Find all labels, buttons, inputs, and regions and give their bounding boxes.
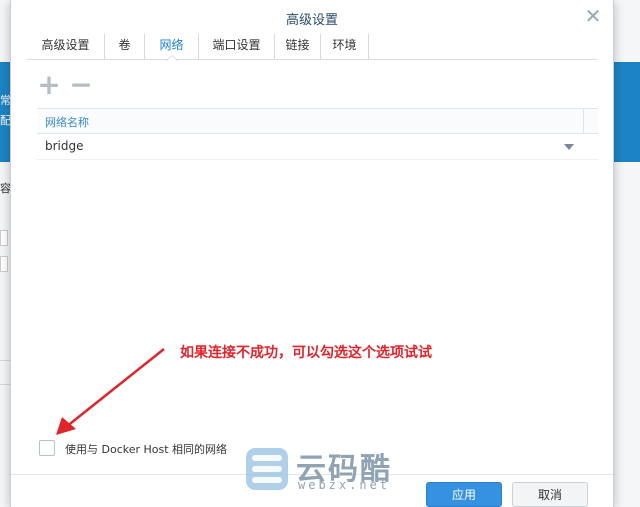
column-divider <box>583 109 584 133</box>
background-text: 常 <box>0 94 10 107</box>
tab-volume[interactable]: 卷 <box>105 34 145 60</box>
tab-label: 环境 <box>332 38 357 52</box>
background-text: 容 <box>0 182 10 195</box>
chevron-down-icon[interactable] <box>564 144 574 150</box>
column-header-network-name: 网络名称 <box>45 116 89 129</box>
background-field <box>0 256 8 272</box>
tab-links[interactable]: 链接 <box>275 34 321 60</box>
table-row[interactable]: bridge <box>37 134 598 160</box>
tab-environment[interactable]: 环境 <box>321 34 369 60</box>
dialog-header: 高级设置 ✕ <box>11 0 613 34</box>
network-table: 网络名称 bridge <box>37 108 598 160</box>
tab-port-settings[interactable]: 端口设置 <box>199 34 275 60</box>
background-field <box>0 230 8 246</box>
watermark-site: webzx.net <box>298 478 391 492</box>
watermark-logo-icon <box>246 448 288 490</box>
tab-label: 端口设置 <box>212 38 261 52</box>
active-tab-indicator <box>165 55 178 61</box>
background-text: 配 <box>0 114 10 127</box>
cancel-button[interactable]: 取消 <box>512 482 588 507</box>
watermark-logo: 云码酷 webzx.net <box>242 446 402 498</box>
annotation-arrow-icon <box>56 348 165 435</box>
network-name-cell: bridge <box>45 139 84 153</box>
remove-network-button[interactable]: − <box>69 71 93 99</box>
close-icon[interactable]: ✕ <box>583 6 603 26</box>
dialog-title: 高级设置 <box>285 13 338 28</box>
add-network-button[interactable]: + <box>37 71 61 99</box>
tab-advanced-settings[interactable]: 高级设置 <box>27 34 105 60</box>
annotation-text: 如果连接不成功，可以勾选这个选项试试 <box>180 345 432 361</box>
apply-button[interactable]: 应用 <box>426 482 502 507</box>
table-header: 网络名称 <box>37 108 598 134</box>
tab-label: 卷 <box>118 38 131 52</box>
tab-label: 链接 <box>285 38 310 52</box>
tab-network[interactable]: 网络 <box>145 34 199 61</box>
tab-label: 高级设置 <box>41 38 90 52</box>
tab-bar: 高级设置 卷 网络 端口设置 链接 环境 <box>27 34 597 61</box>
tab-label: 网络 <box>159 38 184 52</box>
